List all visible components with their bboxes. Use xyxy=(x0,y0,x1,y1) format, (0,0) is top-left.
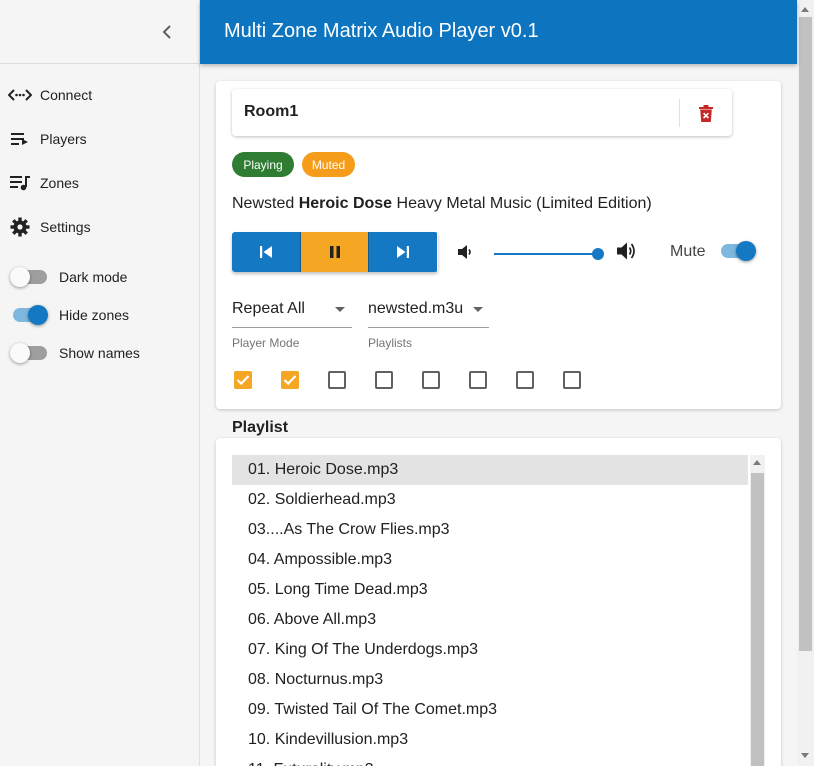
room-header: Room1 xyxy=(232,89,732,136)
list-item[interactable]: 06. Above All.mp3 xyxy=(232,605,748,635)
sidebar-item-label: Connect xyxy=(40,87,93,103)
player-mode-value: Repeat All xyxy=(232,300,305,317)
mute-toggle[interactable] xyxy=(718,241,756,261)
hide-zones-row: Hide zones xyxy=(10,301,129,329)
transport-controls xyxy=(232,232,438,272)
playlists-hint: Playlists xyxy=(368,336,413,350)
track-artist: Newsted xyxy=(232,195,295,212)
volume-slider[interactable] xyxy=(494,247,604,261)
skip-next-icon xyxy=(397,246,409,258)
playlist-scrollbar[interactable] xyxy=(750,455,765,766)
dropdown-arrow-icon xyxy=(473,307,483,312)
scroll-thumb[interactable] xyxy=(751,473,764,766)
window-scrollbar[interactable] xyxy=(797,0,814,766)
next-button[interactable] xyxy=(369,232,437,272)
player-mode-select[interactable]: Repeat All Player Mode xyxy=(232,292,352,350)
main-content: Room1 Playing Muted Newsted Heroic Dose … xyxy=(200,64,797,766)
zone-checkbox[interactable] xyxy=(281,371,299,389)
sidebar-item-players[interactable]: Players xyxy=(0,117,199,161)
sidebar-item-label: Zones xyxy=(40,175,79,191)
zone-checkbox[interactable] xyxy=(422,371,440,389)
volume-down-icon[interactable] xyxy=(457,244,473,265)
divider xyxy=(679,99,680,127)
dropdown-arrow-icon xyxy=(335,307,345,312)
chevron-left-icon[interactable] xyxy=(156,20,178,44)
queue-music-icon xyxy=(0,175,40,191)
sidebar: Connect Players Zones Settings Dark mode… xyxy=(0,0,200,766)
dark-mode-toggle[interactable] xyxy=(10,267,48,287)
hide-zones-label: Hide zones xyxy=(59,307,130,323)
scroll-up-icon[interactable] xyxy=(753,460,761,465)
volume-rail xyxy=(494,253,598,255)
scroll-up-icon[interactable] xyxy=(801,7,809,12)
muted-status-badge: Muted xyxy=(302,152,355,177)
list-item[interactable]: 05. Long Time Dead.mp3 xyxy=(232,575,748,605)
list-item[interactable]: 07. King Of The Underdogs.mp3 xyxy=(232,635,748,665)
playlist-heading: Playlist xyxy=(232,419,289,436)
playlist-icon xyxy=(0,132,40,146)
app-header: Multi Zone Matrix Audio Player v0.1 xyxy=(200,0,797,64)
list-item[interactable]: 02. Soldierhead.mp3 xyxy=(232,485,748,515)
list-item[interactable]: 08. Nocturnus.mp3 xyxy=(232,665,748,695)
hide-zones-toggle[interactable] xyxy=(10,305,48,325)
sidebar-item-settings[interactable]: Settings xyxy=(0,205,199,249)
volume-up-icon[interactable] xyxy=(616,241,638,266)
code-arrows-icon xyxy=(0,88,40,102)
list-item[interactable]: 10. Kindevillusion.mp3 xyxy=(232,725,748,755)
zone-checkbox[interactable] xyxy=(469,371,487,389)
pause-icon xyxy=(329,246,340,258)
page-title: Multi Zone Matrix Audio Player v0.1 xyxy=(224,20,539,42)
check-icon xyxy=(283,375,297,386)
zone-checkbox[interactable] xyxy=(516,371,534,389)
dark-mode-label: Dark mode xyxy=(59,269,128,285)
room-name: Room1 xyxy=(244,103,299,120)
list-item[interactable]: 09. Twisted Tail Of The Comet.mp3 xyxy=(232,695,748,725)
playlist-card: 01. Heroic Dose.mp3 02. Soldierhead.mp3 03… xyxy=(216,438,781,766)
now-playing: Newsted Heroic Dose Heavy Metal Music (L… xyxy=(232,195,652,213)
sidebar-item-connect[interactable]: Connect xyxy=(0,73,199,117)
list-item[interactable]: 03....As The Crow Flies.mp3 xyxy=(232,515,748,545)
playlist-list[interactable]: 01. Heroic Dose.mp3 02. Soldierhead.mp3 03… xyxy=(232,455,748,766)
delete-icon[interactable] xyxy=(694,101,718,125)
zone-checkbox[interactable] xyxy=(375,371,393,389)
show-names-label: Show names xyxy=(59,345,140,361)
zone-checkbox[interactable] xyxy=(328,371,346,389)
gear-icon xyxy=(0,217,40,237)
playing-status-badge: Playing xyxy=(232,152,294,177)
list-item[interactable]: 01. Heroic Dose.mp3 xyxy=(232,455,748,485)
playlists-select[interactable]: newsted.m3u Playlists xyxy=(368,292,489,350)
dark-mode-row: Dark mode xyxy=(10,263,127,291)
sidebar-header xyxy=(0,0,199,64)
pause-button[interactable] xyxy=(300,232,369,272)
sidebar-item-label: Players xyxy=(40,131,87,147)
zone-checkbox[interactable] xyxy=(234,371,252,389)
show-names-row: Show names xyxy=(10,339,140,367)
mute-label: Mute xyxy=(670,243,706,260)
show-names-toggle[interactable] xyxy=(10,343,48,363)
previous-button[interactable] xyxy=(232,232,300,272)
track-title: Heroic Dose xyxy=(298,195,393,212)
list-item[interactable]: 11. Futurality.mp3 xyxy=(232,755,748,766)
skip-previous-icon xyxy=(260,246,272,258)
sidebar-item-zones[interactable]: Zones xyxy=(0,161,199,205)
check-icon xyxy=(236,375,250,386)
playlists-value: newsted.m3u xyxy=(368,300,464,317)
track-album: Heavy Metal Music (Limited Edition) xyxy=(396,195,652,212)
volume-knob[interactable] xyxy=(592,248,604,260)
player-card: Room1 Playing Muted Newsted Heroic Dose … xyxy=(216,81,781,409)
player-mode-hint: Player Mode xyxy=(232,336,300,350)
scroll-down-icon[interactable] xyxy=(801,753,809,758)
list-item[interactable]: 04. Ampossible.mp3 xyxy=(232,545,748,575)
scroll-thumb[interactable] xyxy=(799,17,812,651)
zone-checkbox[interactable] xyxy=(563,371,581,389)
sidebar-item-label: Settings xyxy=(40,219,91,235)
